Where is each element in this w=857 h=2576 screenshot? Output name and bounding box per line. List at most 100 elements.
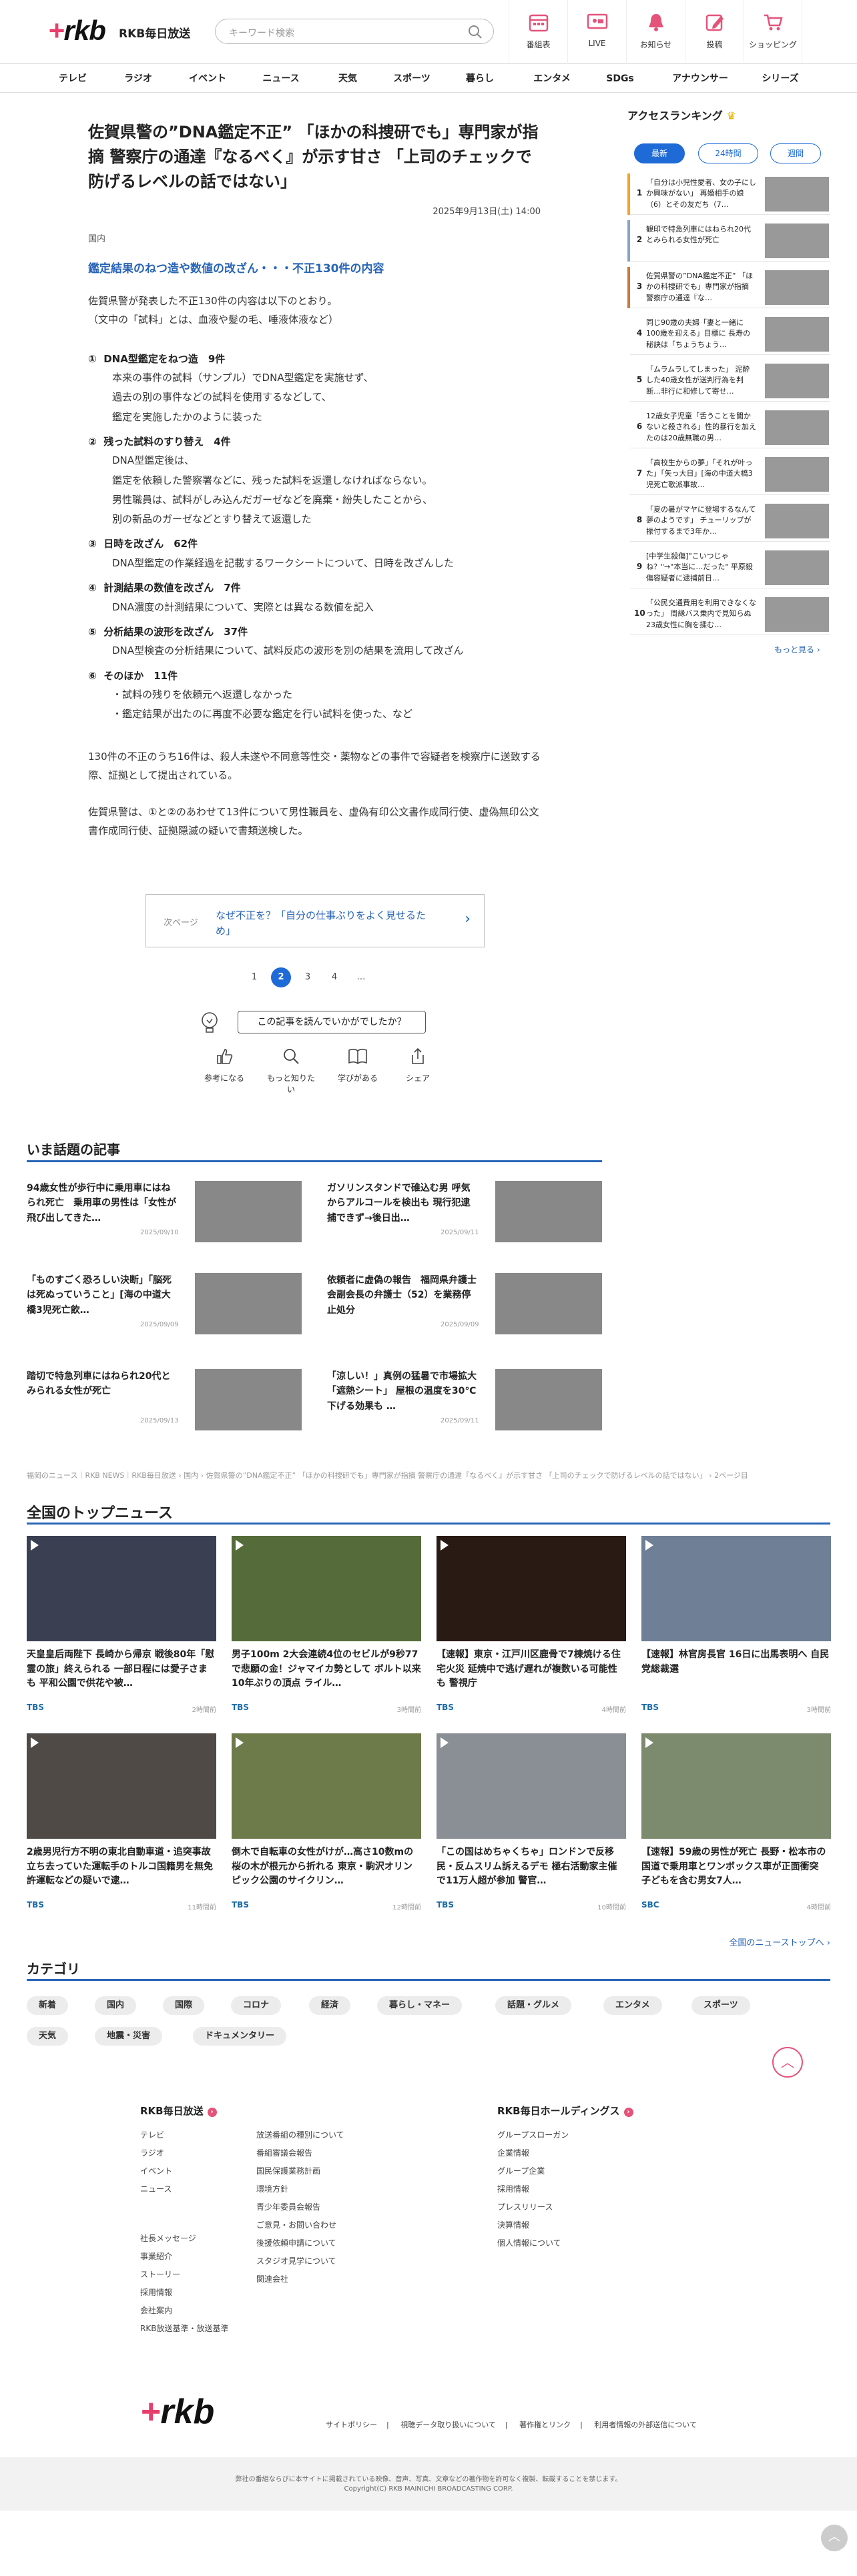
ranking-item[interactable]: 5 「ムラムラしてしまった」 泥酔した40歳女性が送判行為を判断…非行に和修して寄… bbox=[627, 360, 830, 402]
category-chip[interactable]: 国際 bbox=[163, 1996, 205, 2015]
news-card[interactable]: 男子100m 2大会連続4位のセビルが9秒77で悲願の金！ジャマイカ勢として ボ… bbox=[232, 1536, 421, 1714]
footer-rkb-logo[interactable]: +rkb bbox=[140, 2392, 214, 2432]
more-news-link[interactable]: 全国のニューストップへ › bbox=[729, 1936, 830, 1948]
article-category[interactable]: 国内 bbox=[88, 232, 541, 244]
footer-link[interactable]: 個人情報について bbox=[497, 2234, 561, 2252]
footer-policy-link[interactable]: 著作権とリンク bbox=[519, 2421, 571, 2429]
news-card[interactable]: 【速報】東京・江戸川区鹿骨で7棟焼ける住宅火災 延焼中で逃げ遅れが複数いる可能性… bbox=[437, 1536, 626, 1714]
footer-link[interactable]: 決算情報 bbox=[497, 2216, 529, 2234]
footer-title-rkb[interactable]: RKB毎日放送 › bbox=[140, 2104, 217, 2118]
category-chip[interactable]: 話題・グルメ bbox=[495, 1996, 572, 2015]
breadcrumb[interactable]: 福岡のニュース｜RKB NEWS｜RKB毎日放送 › 国内 › 佐賀県警の”DN… bbox=[27, 1470, 836, 1480]
ranking-item[interactable]: 4 同じ90歳の夫婦「妻と一緒に100歳を迎える」目標に 長寿の秘訣は「ちょうちょ… bbox=[627, 314, 830, 355]
ranking-item[interactable]: 10 「公民交通費用を利用できなくなった」 周縁バス乗内で見知らぬ23歳女性に胸を… bbox=[627, 594, 830, 635]
hot-article-card[interactable]: 94歳女性が歩行中に乗用車にはねられ死亡 乗用車の男性は「女性が飛び出してきた…… bbox=[27, 1181, 302, 1248]
footer-link[interactable]: 国民保護業務計画 bbox=[256, 2162, 320, 2180]
category-chip[interactable]: 新着 bbox=[27, 1996, 69, 2015]
hot-article-card[interactable]: 踏切で特急列車にはねられ20代とみられる女性が死亡 2025/09/13 bbox=[27, 1369, 302, 1436]
footer-policy-link[interactable]: 利用者情報の外部送信について bbox=[594, 2421, 697, 2429]
nav-post[interactable]: 投稿 bbox=[685, 0, 744, 64]
footer-link[interactable]: グループスローガン bbox=[497, 2126, 569, 2144]
ranking-item[interactable]: 3 佐賀県警の”DNA鑑定不正” 「ほかの科捜研でも」専門家が指摘 警察庁の通達『… bbox=[627, 267, 830, 308]
ranking-tab-latest[interactable]: 最新 bbox=[634, 143, 685, 163]
genre-item[interactable]: エンタメ bbox=[519, 65, 585, 93]
footer-link[interactable]: ラジオ bbox=[140, 2144, 164, 2162]
search-icon[interactable] bbox=[468, 25, 483, 42]
news-card[interactable]: 【速報】林官房長官 16日に出馬表明へ 自民党総裁選 TBS 3時間前 bbox=[641, 1536, 831, 1714]
genre-item[interactable]: テレビ bbox=[40, 65, 105, 93]
genre-item[interactable]: ラジオ bbox=[105, 65, 171, 93]
news-card[interactable]: 「この国はめちゃくちゃ」ロンドンで反移民・反ムスリム訴えるデモ 極右活動家主催で… bbox=[437, 1733, 626, 1911]
genre-item[interactable]: SDGs bbox=[587, 65, 653, 93]
ranking-item[interactable]: 6 12歳女子児童「舌うことを聞かないと殺される」性的暴行を加えたのは20歳無職の… bbox=[627, 407, 830, 448]
category-chip[interactable]: 国内 bbox=[95, 1996, 137, 2015]
hot-article-card[interactable]: 依頼者に虚偽の報告 福岡県弁護士会副会長の弁護士（52）を業務停止処分 2025/… bbox=[327, 1273, 602, 1340]
footer-link[interactable]: 関連会社 bbox=[256, 2270, 288, 2288]
ranking-item[interactable]: 8 「夏の暑がマヤに登場するなんて夢のようです」 チューリップが振付するまで3年か… bbox=[627, 500, 830, 542]
news-card[interactable]: 天皇皇后両陛下 長崎から帰京 戦後80年「慰霊の旅」終えられる 一部日程には愛子… bbox=[27, 1536, 216, 1714]
nav-program-guide[interactable]: 番組表 bbox=[509, 0, 567, 64]
footer-link[interactable]: テレビ bbox=[140, 2126, 164, 2144]
page-link[interactable]: 1 bbox=[244, 967, 264, 987]
nav-live[interactable]: LIVE bbox=[567, 0, 626, 64]
share-button[interactable]: シェア bbox=[391, 1047, 445, 1084]
category-chip[interactable]: 暮らし・マネー bbox=[377, 1996, 463, 2015]
ranking-item[interactable]: 1 「自分は小児性愛者、女の子にしか興味がない」 再婚相手の娘（6）とその友だち（… bbox=[627, 173, 830, 215]
category-chip[interactable]: 天気 bbox=[27, 2027, 69, 2046]
nav-shopping[interactable]: ショッピング bbox=[744, 0, 802, 64]
footer-policy-link[interactable]: サイトポリシー bbox=[326, 2421, 377, 2429]
footer-link[interactable]: RKB放送基準・放送基準 bbox=[140, 2320, 228, 2338]
footer-link[interactable]: 環境方針 bbox=[256, 2180, 288, 2198]
ranking-item[interactable]: 9 [中学生殺傷]"こいつじゃね？"→"本当に…だった" 平原殺傷容疑者に逮捕前日… bbox=[627, 547, 830, 588]
category-chip[interactable]: コロナ bbox=[231, 1996, 282, 2015]
footer-link[interactable]: 採用情報 bbox=[497, 2180, 529, 2198]
category-chip[interactable]: ドキュメンタリー bbox=[193, 2027, 287, 2046]
feedback-useful-button[interactable]: 参考になる bbox=[198, 1047, 251, 1084]
news-card[interactable]: 倒木で自転車の女性がけが…高さ10数mの桜の木が根元から折れる 東京・駒沢オリン… bbox=[232, 1733, 421, 1911]
category-chip[interactable]: エンタメ bbox=[603, 1996, 662, 2015]
genre-item[interactable]: アナウンサー bbox=[663, 65, 737, 93]
category-chip[interactable]: 経済 bbox=[309, 1996, 351, 2015]
rkb-logo[interactable]: +rkb bbox=[48, 15, 106, 47]
footer-title-holdings[interactable]: RKB毎日ホールディングス › bbox=[497, 2104, 633, 2118]
ranking-item[interactable]: 7 「高校生からの夢」「それが叶った」「矢っ大日」[海の中道大橋3児死亡歌派事故… bbox=[627, 454, 830, 495]
footer-link[interactable]: 事業紹介 bbox=[140, 2248, 172, 2266]
ranking-tab-24h[interactable]: 24時間 bbox=[698, 143, 758, 163]
ranking-item[interactable]: 2 観印で特急列車にはねられ20代とみられる女性が死亡 bbox=[627, 220, 830, 262]
category-chip[interactable]: スポーツ bbox=[691, 1996, 750, 2015]
footer-link[interactable]: 採用情報 bbox=[140, 2284, 172, 2302]
footer-link[interactable]: 番組審議会報告 bbox=[256, 2144, 312, 2162]
hot-article-card[interactable]: 「ものすごく恐ろしい決断」「脳死は死ぬっていうこと」[海の中道大橋3児死亡飲… 2… bbox=[27, 1273, 302, 1340]
footer-link[interactable]: 放送番組の種別について bbox=[256, 2126, 344, 2144]
hot-article-card[interactable]: 「涼しい！」真例の猛暑で市場拡大「遮熱シート」 屋根の温度を30℃下げる効果も … bbox=[327, 1369, 602, 1436]
hot-article-card[interactable]: ガソリンスタンドで碓込む男 呼気からアルコールを検出も 現行犯逮捕できず→後日出… bbox=[327, 1181, 602, 1248]
category-chip[interactable]: 地震・災害 bbox=[95, 2027, 163, 2046]
genre-item[interactable]: イベント bbox=[175, 65, 240, 93]
footer-link[interactable]: スタジオ見学について bbox=[256, 2252, 336, 2270]
search-input[interactable]: キーワード検索 bbox=[215, 19, 494, 44]
footer-policy-link[interactable]: 視聴データ取り扱いについて bbox=[400, 2421, 496, 2429]
footer-link[interactable]: 後援依頼申請について bbox=[256, 2234, 336, 2252]
ranking-tab-weekly[interactable]: 週間 bbox=[770, 143, 821, 163]
footer-link[interactable]: プレスリリース bbox=[497, 2198, 553, 2216]
footer-link[interactable]: イベント bbox=[140, 2162, 172, 2180]
genre-item[interactable]: ニュース bbox=[248, 65, 314, 93]
news-card[interactable]: 【速報】59歳の男性が死亡 長野・松本市の国道で乗用車とワンボックス車が正面衝突… bbox=[641, 1733, 831, 1911]
footer-link[interactable]: ニュース bbox=[140, 2180, 172, 2198]
genre-item[interactable]: スポーツ bbox=[379, 65, 445, 93]
footer-link[interactable]: 会社案内 bbox=[140, 2302, 172, 2320]
nav-notices[interactable]: お知らせ bbox=[626, 0, 685, 64]
feedback-learn-button[interactable]: 学びがある bbox=[331, 1047, 384, 1084]
scroll-top-button[interactable]: ︿ bbox=[821, 2525, 848, 2551]
genre-item[interactable]: 天気 bbox=[315, 65, 380, 93]
page-current[interactable]: 2 bbox=[271, 967, 291, 987]
page-link[interactable]: 3 bbox=[298, 967, 318, 987]
footer-link[interactable]: ストーリー bbox=[140, 2266, 180, 2284]
genre-item[interactable]: シリーズ bbox=[748, 65, 813, 93]
news-card[interactable]: 2歳男児行方不明の東北自動車道・追突事故 立ち去っていた運転手のトルコ国籍男を無… bbox=[27, 1733, 216, 1911]
footer-link[interactable]: グループ企業 bbox=[497, 2162, 545, 2180]
back-to-top-button[interactable]: ︿ bbox=[772, 2047, 803, 2078]
next-page-link[interactable]: 次ページ なぜ不正を？「自分の仕事ぶりをよく見せるため」 › bbox=[146, 894, 485, 947]
footer-link[interactable]: 社長メッセージ bbox=[140, 2230, 196, 2248]
footer-link[interactable]: 青少年委員会報告 bbox=[256, 2198, 320, 2216]
